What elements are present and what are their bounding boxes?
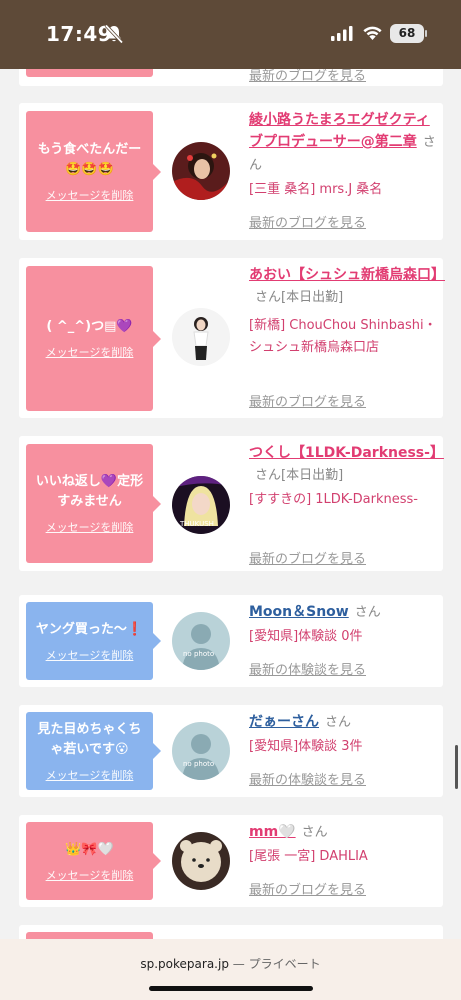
message-card: 見た目めちゃくちゃ若いです😮 メッセージを削除 no photo だぁーさん さん…	[19, 705, 443, 797]
shop-label[interactable]: [すすきの] 1LDK-Darkness-	[249, 489, 439, 511]
avatar[interactable]	[172, 308, 230, 366]
browser-address-bar[interactable]: sp.pokepara.jp — プライベート	[0, 939, 461, 1000]
message-bubble	[26, 932, 153, 939]
latest-blog-link[interactable]: 最新のブログを見る	[249, 879, 366, 898]
delete-message-link[interactable]: メッセージを削除	[46, 647, 134, 663]
avatar[interactable]: THUKUSH	[172, 476, 230, 534]
latest-review-link[interactable]: 最新の体験談を見る	[249, 659, 366, 678]
message-card: 最新のブログを見る	[19, 69, 443, 86]
svg-text:THUKUSH: THUKUSH	[179, 520, 214, 528]
shop-label[interactable]: [尾張 一宮] DAHLIA	[249, 846, 439, 868]
latest-blog-link[interactable]: 最新のブログを見る	[249, 548, 366, 567]
clock: 17:49	[46, 22, 113, 46]
svg-text:no photo: no photo	[183, 650, 214, 658]
message-text: いいね返し💜定形すみません	[35, 474, 144, 509]
honorific: さん[本日出勤]	[255, 290, 344, 305]
message-text: 見た目めちゃくちゃ若いです😮	[37, 721, 142, 757]
message-text: もう食べたんだー🤩🤩🤩	[37, 142, 142, 177]
delete-message-link[interactable]: メッセージを削除	[46, 344, 134, 360]
user-info: 綾小路うたまろエグゼクティブプロデューサー@第二章 さん [三重 桑名] mrs.…	[249, 109, 439, 201]
user-info: mm🤍 さん [尾張 一宮] DAHLIA	[249, 821, 439, 868]
user-info: あおい【シュシュ新橋烏森口】さん[本日出勤] [新橋] ChouChou Shi…	[249, 264, 445, 359]
latest-review-link[interactable]: 最新の体験談を見る	[249, 769, 366, 788]
shop-label[interactable]: [愛知県]体験談 3件	[249, 736, 439, 758]
message-bubble: 見た目めちゃくちゃ若いです😮 メッセージを削除	[26, 712, 161, 790]
status-bar: 17:49 68	[0, 0, 461, 69]
message-text: 👑🎀🤍	[65, 841, 114, 857]
message-list[interactable]: 最新のブログを見る もう食べたんだー🤩🤩🤩 メッセージを削除 綾小路うたまろエグ…	[0, 69, 461, 939]
message-bubble: ヤング買った〜❗ メッセージを削除	[26, 602, 161, 680]
message-text: ヤング買った〜❗	[35, 621, 144, 637]
avatar-no-photo[interactable]: no photo	[172, 722, 230, 780]
message-bubble: もう食べたんだー🤩🤩🤩 メッセージを削除	[26, 111, 161, 232]
user-name-link[interactable]: つくし【1LDK-Darkness-】	[249, 445, 444, 461]
silent-bell-icon	[104, 24, 124, 44]
battery-tip	[425, 30, 427, 37]
avatar[interactable]	[172, 832, 230, 890]
honorific: さん	[325, 715, 352, 730]
wifi-icon	[363, 26, 382, 40]
message-bubble	[26, 69, 153, 77]
delete-message-link[interactable]: メッセージを削除	[46, 867, 134, 883]
avatar[interactable]	[172, 142, 230, 200]
message-bubble: いいね返し💜定形すみません メッセージを削除	[26, 444, 161, 563]
honorific: さん	[354, 605, 381, 620]
shop-label[interactable]: [新橋] ChouChou Shinbashi・シュシュ新橋烏森口店	[249, 315, 439, 359]
latest-blog-link[interactable]: 最新のブログを見る	[249, 391, 366, 410]
delete-message-link[interactable]: メッセージを削除	[46, 767, 134, 783]
url-domain: sp.pokepara.jp	[140, 957, 229, 971]
honorific: さん	[301, 825, 328, 840]
message-card	[19, 925, 443, 939]
cellular-signal-icon	[331, 26, 353, 41]
user-name-link[interactable]: 綾小路うたまろエグゼクティブプロデューサー@第二章	[249, 112, 430, 150]
latest-blog-link[interactable]: 最新のブログを見る	[249, 69, 366, 84]
scroll-indicator[interactable]	[455, 745, 458, 789]
user-name-link[interactable]: Moon＆Snow	[249, 604, 349, 620]
home-indicator[interactable]	[149, 986, 313, 991]
shop-label[interactable]: [愛知県]体験談 0件	[249, 626, 439, 648]
message-card: 👑🎀🤍 メッセージを削除 mm🤍 さん [尾張 一宮] DAHLIA 最新のブログ…	[19, 815, 443, 907]
message-card: いいね返し💜定形すみません メッセージを削除 THUKUSH つくし【1LDK-…	[19, 436, 444, 571]
user-name-link[interactable]: あおい【シュシュ新橋烏森口】	[249, 267, 445, 283]
avatar-no-photo[interactable]: no photo	[172, 612, 230, 670]
latest-blog-link[interactable]: 最新のブログを見る	[249, 212, 366, 231]
message-card: ヤング買った〜❗ メッセージを削除 no photo Moon＆Snow さん […	[19, 595, 443, 687]
message-bubble: ( ^_^)つ▤💜 メッセージを削除	[26, 266, 161, 411]
user-info: Moon＆Snow さん [愛知県]体験談 0件	[249, 601, 439, 648]
battery-icon: 68	[390, 24, 424, 43]
user-info: つくし【1LDK-Darkness-】さん[本日出勤] [すすきの] 1LDK-…	[249, 442, 444, 511]
message-card: ( ^_^)つ▤💜 メッセージを削除 あおい【シュシュ新橋烏森口】さん[本日出勤…	[19, 258, 445, 418]
shop-label[interactable]: [三重 桑名] mrs.J 桑名	[249, 179, 439, 201]
delete-message-link[interactable]: メッセージを削除	[46, 519, 134, 535]
delete-message-link[interactable]: メッセージを削除	[46, 187, 134, 203]
user-name-link[interactable]: mm🤍	[249, 824, 296, 840]
message-bubble: 👑🎀🤍 メッセージを削除	[26, 822, 161, 900]
user-name-link[interactable]: だぁーさん	[249, 714, 319, 730]
honorific: さん[本日出勤]	[255, 468, 344, 483]
svg-text:no photo: no photo	[183, 760, 214, 768]
private-mode-label: プライベート	[248, 957, 321, 971]
user-info: だぁーさん さん [愛知県]体験談 3件	[249, 711, 439, 758]
url-separator: —	[228, 957, 249, 971]
message-card: もう食べたんだー🤩🤩🤩 メッセージを削除 綾小路うたまろエグゼクティブプロデュー…	[19, 103, 443, 240]
url-text[interactable]: sp.pokepara.jp — プライベート	[0, 955, 461, 972]
message-text: ( ^_^)つ▤💜	[46, 319, 133, 334]
